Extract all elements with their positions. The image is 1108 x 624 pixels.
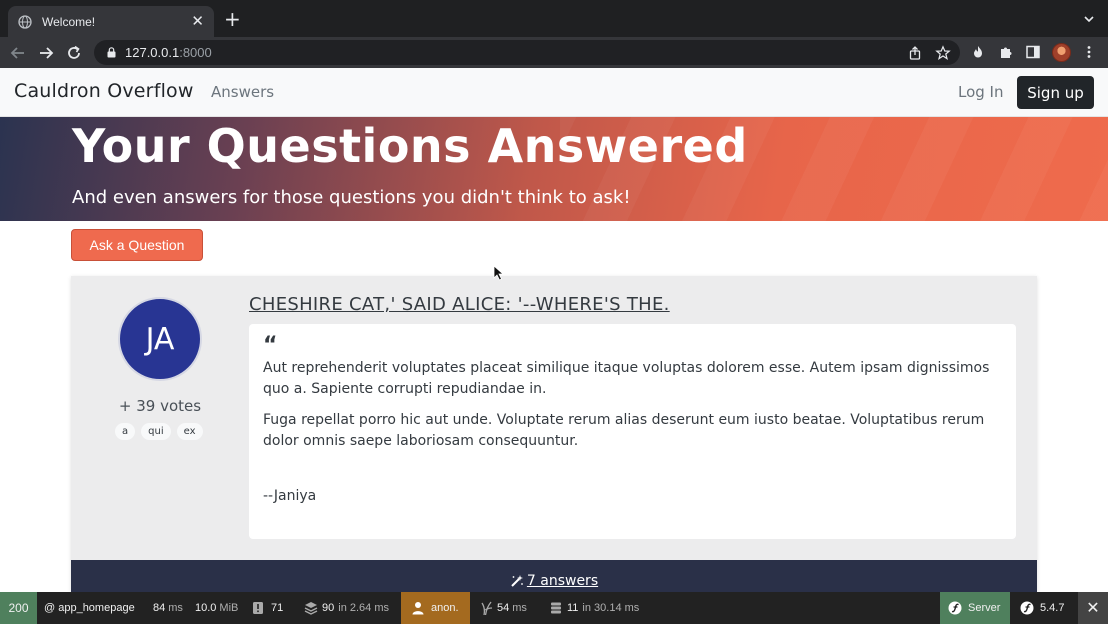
- question-paragraph: Aut reprehenderit voluptates placeat sim…: [263, 360, 990, 397]
- user-name: anon.: [431, 602, 459, 614]
- layers-icon: [304, 602, 318, 615]
- memory-usage: 10.0: [195, 602, 217, 614]
- flame-extension-icon[interactable]: [970, 44, 986, 60]
- kebab-menu-icon[interactable]: [1081, 44, 1097, 60]
- lock-icon[interactable]: [106, 47, 117, 58]
- question-author: --Janiya: [263, 488, 317, 504]
- site-navbar: Cauldron Overflow Answers Log In Sign up: [0, 68, 1108, 117]
- twig-time: 54: [497, 602, 510, 614]
- question-body: “ Aut reprehenderit voluptates placeat s…: [249, 324, 1016, 539]
- version-panel[interactable]: 5.4.7: [1020, 592, 1064, 624]
- new-tab-icon[interactable]: +: [224, 9, 241, 29]
- bookmark-star-icon[interactable]: [935, 45, 951, 61]
- back-arrow-icon[interactable]: [8, 43, 28, 63]
- security-panel[interactable]: anon.: [401, 592, 470, 624]
- address-bar[interactable]: 127.0.0.1:8000: [94, 40, 960, 65]
- profile-avatar[interactable]: [1052, 43, 1071, 62]
- server-panel[interactable]: Server: [940, 592, 1010, 624]
- quote-icon: “: [263, 333, 278, 358]
- browser-toolbar: 127.0.0.1:8000: [0, 37, 1108, 68]
- share-icon[interactable]: [907, 45, 923, 61]
- url-port: :8000: [179, 45, 212, 60]
- cache-time: in 2.64 ms: [338, 602, 389, 614]
- avatar: JA: [118, 297, 202, 381]
- magic-wand-icon: [511, 575, 523, 587]
- login-link[interactable]: Log In: [958, 83, 1004, 101]
- log-warning-icon: [253, 602, 263, 614]
- tag-badge[interactable]: ex: [176, 423, 203, 440]
- symfony-logo-icon: [1020, 601, 1034, 615]
- twig-icon: [481, 601, 493, 615]
- browser-tabstrip: Welcome! ✕ +: [0, 0, 1108, 37]
- question-title-link[interactable]: CHESHIRE CAT,' SAID ALICE: '--WHERE'S TH…: [249, 294, 670, 315]
- mouse-cursor-icon: [493, 265, 505, 281]
- status-code: 200: [8, 601, 29, 615]
- route-panel[interactable]: @ app_homepage: [44, 592, 135, 624]
- forward-arrow-icon[interactable]: [36, 43, 56, 63]
- hero-title: Your Questions Answered: [72, 119, 748, 173]
- symfony-profiler-toolbar: 200 @ app_homepage 84 ms 10.0 MiB 71 90 …: [0, 592, 1108, 624]
- puzzle-extensions-icon[interactable]: [998, 44, 1014, 60]
- route-name: @ app_homepage: [44, 602, 135, 614]
- server-label: Server: [968, 602, 1001, 614]
- request-time: 84: [153, 602, 166, 614]
- close-toolbar-icon[interactable]: ✕: [1078, 592, 1108, 624]
- tag-badge[interactable]: a: [115, 423, 136, 440]
- memory-unit: MiB: [219, 602, 239, 614]
- tag-badge[interactable]: qui: [141, 423, 171, 440]
- reload-icon[interactable]: [64, 43, 84, 63]
- logs-panel[interactable]: 71: [251, 592, 283, 624]
- twig-time-unit: ms: [512, 602, 527, 614]
- vote-count: + 39 votes: [118, 397, 202, 415]
- question-card: JA + 39 votes a qui ex CHESHIRE CAT,' SA…: [71, 276, 1037, 592]
- globe-icon: [18, 14, 32, 29]
- db-queries: 11: [567, 602, 579, 614]
- request-time-unit: ms: [168, 602, 183, 614]
- cache-calls: 90: [322, 602, 335, 614]
- symfony-version: 5.4.7: [1040, 602, 1065, 614]
- ask-question-button[interactable]: Ask a Question: [71, 229, 203, 261]
- database-panel[interactable]: 11 in 30.14 ms: [549, 592, 639, 624]
- hero-banner: Your Questions Answered And even answers…: [0, 117, 1108, 221]
- brand-link[interactable]: Cauldron Overflow: [14, 80, 194, 102]
- nav-answers-link[interactable]: Answers: [211, 83, 274, 101]
- cache-panel[interactable]: 90 in 2.64 ms: [304, 592, 389, 624]
- symfony-logo-icon: [948, 601, 962, 615]
- answers-bar: 7 answers: [71, 560, 1037, 592]
- close-tab-icon[interactable]: ✕: [191, 14, 204, 29]
- browser-tab[interactable]: Welcome! ✕: [8, 6, 214, 37]
- tag-list: a qui ex: [115, 423, 203, 440]
- log-count: 71: [271, 602, 284, 614]
- url-host: 127.0.0.1: [125, 45, 180, 60]
- signup-button[interactable]: Sign up: [1017, 76, 1094, 109]
- hero-subtitle: And even answers for those questions you…: [72, 187, 631, 208]
- memory-panel[interactable]: 10.0 MiB: [195, 592, 238, 624]
- answers-count: 7 answers: [526, 573, 599, 589]
- time-panel[interactable]: 84 ms: [153, 592, 183, 624]
- database-icon: [551, 602, 561, 614]
- side-panel-icon[interactable]: [1025, 44, 1041, 60]
- tab-title: Welcome!: [42, 14, 96, 29]
- question-paragraph: Fuga repellat porro hic aut unde. Volupt…: [263, 412, 985, 449]
- user-icon: [412, 602, 424, 615]
- status-code-badge[interactable]: 200: [0, 592, 37, 624]
- answers-link[interactable]: 7 answers: [510, 573, 598, 589]
- db-time: in 30.14 ms: [582, 602, 640, 614]
- twig-panel[interactable]: 54 ms: [480, 592, 527, 624]
- chevron-down-icon[interactable]: [1082, 12, 1096, 26]
